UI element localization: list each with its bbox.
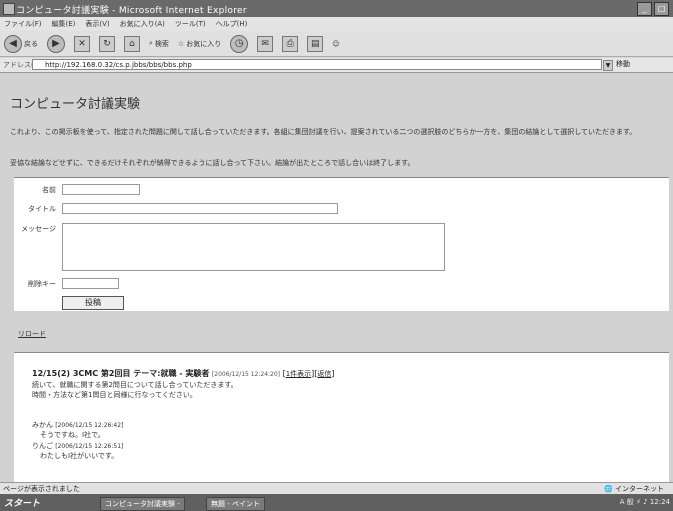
post-heading: 12/15(2) 3CMC 第2回目 テーマ:就職 - 実験者 [32,369,210,378]
start-button[interactable]: スタート [4,496,40,509]
taskbar-item-ie[interactable]: コンピュータ討議実験 - [100,497,185,511]
internet-zone: 🌐 インターネット [604,485,664,493]
show-one-link[interactable]: 1件表示 [286,370,311,378]
forward-button[interactable]: ▶ [47,34,65,53]
menu-favorites[interactable]: お気に入り(A) [120,19,165,29]
stop-icon: ✕ [74,35,90,52]
search-button[interactable]: ⌕ 検索 [149,39,169,49]
title-input[interactable] [62,203,338,214]
edit-button[interactable]: ▤ [307,35,324,52]
reply-author: りんご [32,442,53,450]
page-description: これより、この掲示板を使って、指定された問題に関して話し合っていただきます。各組… [10,128,637,136]
reply-link[interactable]: 返信 [317,370,331,378]
taskbar: スタート コンピュータ討議実験 - 無題 - ペイント A 般 ⚡ ♪ 12:2… [0,494,673,511]
print-button[interactable]: ⎙ [282,35,299,52]
menu-edit[interactable]: 編集(E) [52,19,76,29]
status-text: ページが表示されました [3,485,80,493]
maximize-button[interactable]: □ [654,2,669,16]
message-label: メッセージ [21,225,56,233]
title-bar: コンピュータ討議実験 - Microsoft Internet Explorer… [0,0,673,17]
reply-time: [2006/12/15 12:26:42] [55,422,124,429]
favorites-label: お気に入り [186,39,222,48]
name-input[interactable] [62,184,140,195]
search-icon: ⌕ [149,39,153,47]
taskbar-item-paint[interactable]: 無題 - ペイント [206,497,265,511]
minimize-button[interactable]: _ [637,2,652,16]
page-content: コンピュータ討議実験 これより、この掲示板を使って、指定された問題に関して話し合… [0,73,673,482]
post-header: 12/15(2) 3CMC 第2回目 テーマ:就職 - 実験者 [2006/12… [32,369,335,378]
messenger-button[interactable]: ☺ [332,40,339,48]
back-button[interactable]: ◀ 戻る [4,34,38,53]
refresh-icon: ↻ [99,35,115,52]
stop-button[interactable]: ✕ [74,35,90,52]
title-label: タイトル [28,205,56,213]
menu-file[interactable]: ファイル(F) [4,19,42,29]
address-bar: アドレス(D) http://192.168.0.32/cs.p.jbbs/bb… [0,58,673,73]
page-title: コンピュータ討議実験 [10,97,141,112]
back-label: 戻る [24,39,38,48]
reply-text: そうですね。I社で。 [40,431,105,439]
address-input[interactable]: http://192.168.0.32/cs.p.jbbs/bbs/bbs.ph… [32,59,602,70]
back-arrow-icon: ◀ [4,34,22,53]
reply-header: りんご [2006/12/15 12:26:51] [32,441,123,451]
mail-button[interactable]: ✉ [257,35,274,52]
toolbar: ◀ 戻る ▶ ✕ ↻ ⌂ ⌕ 検索 ☆ お気に入り ◷ ✉ ⎙ ▤ ☺ [0,31,673,57]
post-entry: 12/15(2) 3CMC 第2回目 テーマ:就職 - 実験者 [2006/12… [14,352,669,482]
reload-link[interactable]: リロード [18,329,46,339]
favorites-button[interactable]: ☆ お気に入り [178,39,221,49]
ie-icon [3,3,15,15]
page-instructions: 妥協な結論などせずに、できるだけそれぞれが納得できるように話し合って下さい。結論… [10,159,415,167]
post-line-2: 時間・方法など第1問目と同様に行なってください。 [32,391,197,399]
history-button[interactable]: ◷ [230,34,249,53]
post-form: 名前 タイトル メッセージ 削除キー 投稿 [14,177,669,311]
reply-author: みかん [32,421,53,429]
window-title: コンピュータ討議実験 - Microsoft Internet Explorer [16,6,247,16]
edit-icon: ▤ [307,35,324,52]
home-icon: ⌂ [124,35,140,52]
zone-label: インターネット [614,485,664,493]
reply-time: [2006/12/15 12:26:51] [55,443,124,450]
home-button[interactable]: ⌂ [124,35,140,52]
messenger-icon: ☺ [332,39,340,48]
delete-key-label: 削除キー [28,280,56,288]
address-dropdown-icon[interactable]: ▼ [603,60,613,71]
refresh-button[interactable]: ↻ [99,35,115,52]
menu-view[interactable]: 表示(V) [85,19,109,29]
system-tray: A 般 ⚡ ♪ 12:24 [619,498,670,506]
reply-text: わたしもI社がいいです。 [40,452,119,460]
history-icon: ◷ [230,34,249,53]
star-icon: ☆ [177,39,185,48]
message-textarea[interactable] [62,223,445,271]
post-line-1: 続いて、就職に関する第2問目について話し合っていただきます。 [32,381,238,389]
delete-key-input[interactable] [62,278,119,289]
menu-bar: ファイル(F) 編集(E) 表示(V) お気に入り(A) ツール(T) ヘルプ(… [0,17,673,31]
forward-arrow-icon: ▶ [47,34,65,53]
menu-help[interactable]: ヘルプ(H) [216,19,248,29]
name-label: 名前 [42,186,56,194]
mail-icon: ✉ [257,35,274,52]
post-timestamp: [2006/12/15 12:24:20] [211,371,281,378]
reply-header: みかん [2006/12/15 12:26:42] [32,420,123,430]
submit-button[interactable]: 投稿 [62,296,124,310]
menu-tools[interactable]: ツール(T) [175,19,206,29]
go-button[interactable]: 移動 [616,59,630,69]
search-label: 検索 [154,39,169,48]
print-icon: ⎙ [282,35,299,52]
